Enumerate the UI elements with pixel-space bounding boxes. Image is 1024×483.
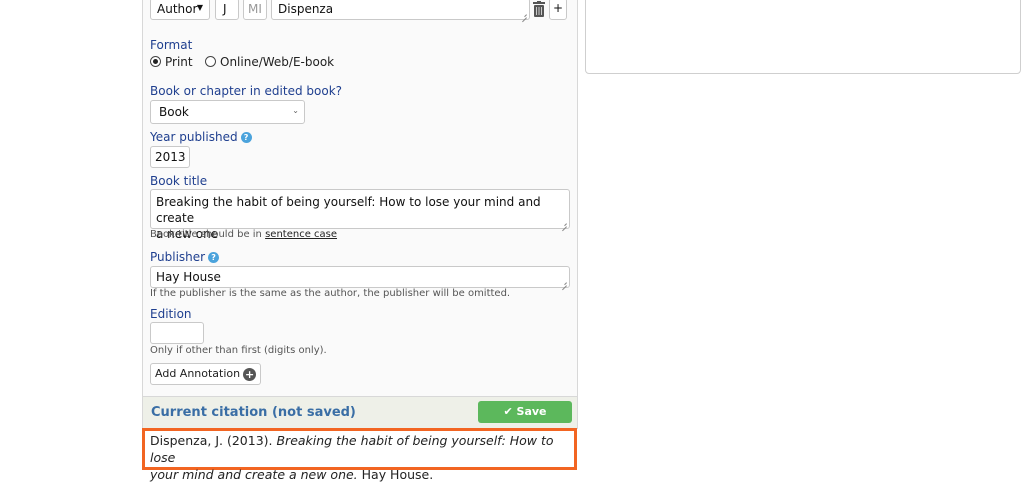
last-name-value: Dispenza [278, 2, 334, 16]
publisher-label: Publisher? [150, 250, 220, 264]
radio-unselected-icon[interactable] [205, 56, 216, 67]
year-label: Year published? [150, 130, 252, 144]
sentence-case-link[interactable]: sentence case [265, 229, 337, 240]
citation-title-part-2: your mind and create a new one. [150, 467, 358, 482]
book-type-value: Book [159, 105, 189, 119]
citation-preview: Dispenza, J. (2013). Breaking the habit … [142, 428, 577, 482]
format-option-online[interactable]: Online/Web/E-book [205, 55, 334, 69]
book-title-textarea[interactable]: Breaking the habit of being yourself: Ho… [150, 189, 570, 241]
format-label: Format [150, 38, 193, 52]
author-role-select[interactable]: Author ▼ [150, 0, 210, 20]
resize-handle-icon[interactable] [561, 280, 567, 286]
right-preview-box [585, 0, 1021, 74]
middle-initial-input[interactable]: MI [243, 0, 267, 20]
help-icon[interactable]: ? [240, 132, 252, 143]
resize-handle-icon[interactable] [561, 221, 567, 227]
middle-initial-placeholder: MI [248, 2, 262, 16]
plus-circle-icon: + [243, 367, 257, 381]
publisher-hint: If the publisher is the same as the auth… [150, 288, 511, 299]
year-value: 2013 [155, 150, 186, 164]
citation-publisher: Hay House. [357, 467, 434, 482]
add-annotation-button[interactable]: Add Annotation + [150, 363, 262, 385]
edition-input[interactable] [150, 322, 204, 344]
save-citation-button[interactable]: ✔ Save citation [478, 401, 572, 440]
publisher-value: Hay House [156, 270, 221, 284]
book-title-line-1: Breaking the habit of being yourself: Ho… [156, 195, 541, 225]
radio-selected-icon[interactable] [150, 56, 161, 67]
edition-hint: Only if other than first (digits only). [150, 345, 327, 356]
edition-label: Edition [150, 307, 192, 321]
format-option-print[interactable]: Print [150, 55, 193, 69]
chevron-down-icon: ▼ [196, 3, 203, 12]
book-title-hint-text: Book title should be in [150, 229, 266, 240]
book-title-hint: Book title should be in sentence case [150, 229, 337, 240]
resize-handle-icon[interactable] [521, 12, 527, 18]
format-online-label: Online/Web/E-book [220, 55, 335, 69]
publisher-textarea[interactable]: Hay House [150, 266, 570, 288]
check-icon: ✔ [503, 405, 513, 418]
add-author-label: + [552, 1, 564, 15]
book-type-label: Book or chapter in edited book? [150, 84, 343, 98]
citation-author-year: Dispenza, J. (2013). [150, 433, 277, 448]
year-label-text: Year published [150, 130, 238, 144]
first-initial-value: J [223, 2, 227, 16]
add-author-button[interactable]: + [549, 0, 567, 20]
book-type-select[interactable]: Book ⌄ [150, 100, 305, 124]
last-name-input[interactable]: Dispenza [271, 0, 530, 20]
add-annotation-label: Add Annotation [155, 367, 241, 380]
year-input[interactable]: 2013 [150, 146, 190, 168]
help-icon[interactable]: ? [208, 252, 220, 263]
book-title-label: Book title [150, 174, 208, 188]
publisher-label-text: Publisher [150, 250, 206, 264]
author-role-value: Author [157, 2, 198, 16]
first-initial-input[interactable]: J [215, 0, 239, 20]
format-print-label: Print [165, 55, 193, 69]
citation-text: Dispenza, J. (2013). Breaking the habit … [150, 432, 570, 483]
trash-icon[interactable] [533, 1, 545, 17]
current-citation-heading: Current citation (not saved) [151, 405, 356, 420]
chevron-down-icon: ⌄ [292, 106, 299, 115]
